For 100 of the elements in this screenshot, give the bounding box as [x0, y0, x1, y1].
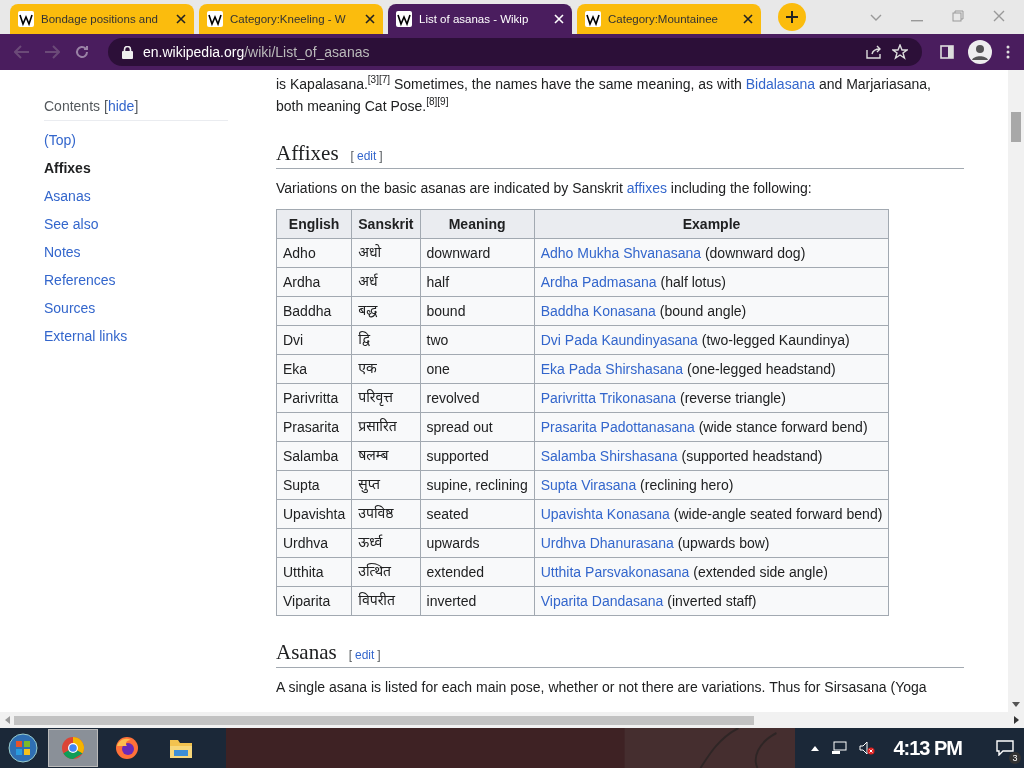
- profile-avatar-icon[interactable]: [968, 40, 992, 64]
- section-heading: Asanas: [276, 640, 337, 665]
- right-arrow-icon[interactable]: [1014, 716, 1020, 724]
- pose-description: (wide-angle seated forward bend): [673, 506, 883, 522]
- network-icon[interactable]: [831, 741, 848, 755]
- muted-speaker-icon[interactable]: [859, 741, 876, 755]
- wikipedia-icon: [18, 11, 34, 27]
- article-link[interactable]: Bidalasana: [745, 76, 815, 92]
- table-cell: प्रसारित: [351, 412, 420, 442]
- contents-item[interactable]: Sources: [44, 294, 228, 322]
- start-orb-icon: [8, 733, 38, 763]
- paragraph: is Kapalasana.$^{[3][7]}$ Sometimes, the names have the same meaning, as with Bidalasana and Marjariasana, both meaning Cat Pose.$^{[8][9]}$: [276, 73, 932, 116]
- pose-link[interactable]: Viparita Dandasana: [540, 593, 664, 609]
- pose-description: (two-legged Kaundinya): [701, 332, 850, 348]
- pose-description: (downward dog): [704, 245, 806, 261]
- address-bar[interactable]: en.wikipedia.org/wiki/List_of_asanas: [108, 38, 922, 66]
- pose-link[interactable]: Salamba Shirshasana: [540, 448, 678, 464]
- contents-item[interactable]: External links: [44, 322, 228, 350]
- bracket: ]: [377, 648, 381, 662]
- browser-tab[interactable]: Bondage positions and: [10, 4, 194, 34]
- pose-description: (one-legged headstand): [687, 361, 836, 377]
- column-header: Sanskrit: [351, 209, 420, 239]
- pose-link[interactable]: Utthita Parsvakonasana: [540, 564, 690, 580]
- folder-icon: [169, 737, 193, 759]
- contents-item[interactable]: Affixes: [44, 154, 228, 182]
- contents-item[interactable]: Asanas: [44, 182, 228, 210]
- bracket: [: [104, 98, 108, 114]
- table-cell: Upavishta: [276, 499, 352, 529]
- table-cell: half: [420, 267, 535, 297]
- table-cell: seated: [420, 499, 535, 529]
- pose-description: (bound angle): [659, 303, 747, 319]
- article-link[interactable]: affixes: [626, 180, 667, 196]
- new-tab-button[interactable]: [778, 3, 806, 31]
- browser-tab[interactable]: List of asanas - Wikip: [388, 4, 572, 34]
- table-cell: one: [420, 354, 535, 384]
- table-cell: extended: [420, 557, 535, 587]
- pose-link[interactable]: Upavishta Konasana: [540, 506, 670, 522]
- pose-link[interactable]: Baddha Konasana: [540, 303, 656, 319]
- bracket: [: [348, 648, 352, 662]
- table-cell: Dvi: [276, 325, 352, 355]
- table-cell: ऊर्ध्व: [351, 528, 420, 558]
- plus-icon: [785, 10, 799, 24]
- clock[interactable]: 4:13 PM: [893, 736, 962, 760]
- contents-item[interactable]: Notes: [44, 238, 228, 266]
- close-icon[interactable]: [743, 14, 753, 24]
- edit-link[interactable]: edit: [355, 648, 375, 662]
- contents-item[interactable]: See also: [44, 210, 228, 238]
- down-arrow-icon[interactable]: [1012, 702, 1020, 708]
- table-cell: Supta: [276, 470, 352, 500]
- vertical-scrollbar[interactable]: [1008, 70, 1024, 712]
- wikipedia-icon: [207, 11, 223, 27]
- side-panel-icon[interactable]: [940, 45, 954, 59]
- pose-description: (half lotus): [660, 274, 726, 290]
- pose-link[interactable]: Adho Mukha Shvanasana: [540, 245, 702, 261]
- table-cell: सुप्त: [351, 470, 420, 500]
- browser-tab[interactable]: Category:Kneeling - W: [199, 4, 383, 34]
- bracket: [: [350, 149, 354, 163]
- pose-link[interactable]: Prasarita Padottanasana: [540, 419, 695, 435]
- table-cell: बद्ध: [351, 296, 420, 326]
- table-cell: Adho: [276, 238, 352, 268]
- table-cell: revolved: [420, 383, 535, 413]
- reload-icon[interactable]: [74, 44, 90, 60]
- table-cell: Eka: [276, 354, 352, 384]
- up-arrow-icon[interactable]: [811, 745, 820, 751]
- column-header: English: [276, 209, 352, 239]
- notification-icon[interactable]: [996, 740, 1014, 756]
- close-icon[interactable]: [365, 14, 375, 24]
- hide-link[interactable]: hide: [107, 98, 135, 114]
- pose-link[interactable]: Ardha Padmasana: [540, 274, 657, 290]
- table-cell: एक: [351, 354, 420, 384]
- pose-description: (inverted staff): [667, 593, 757, 609]
- pose-description: (reclining hero): [640, 477, 734, 493]
- close-icon[interactable]: [176, 14, 186, 24]
- pose-link[interactable]: Dvi Pada Kaundinyasana: [540, 332, 698, 348]
- table-cell: द्वि: [351, 325, 420, 355]
- edit-link[interactable]: edit: [356, 149, 377, 163]
- table-cell: अर्ध: [351, 267, 420, 297]
- pose-link[interactable]: Urdhva Dhanurasana: [540, 535, 674, 551]
- table-cell: Ardha: [276, 267, 352, 297]
- menu-icon[interactable]: [1006, 45, 1010, 59]
- scrollbar-thumb[interactable]: [1011, 112, 1021, 142]
- table-cell: विपरीत: [351, 586, 420, 616]
- wikipedia-icon: [585, 11, 601, 27]
- pose-link[interactable]: Supta Virasana: [540, 477, 637, 493]
- horizontal-scrollbar[interactable]: [0, 712, 1024, 728]
- pose-link[interactable]: Parivritta Trikonasana: [540, 390, 677, 406]
- share-icon[interactable]: [866, 45, 882, 59]
- table-cell: उत्थित: [351, 557, 420, 587]
- pose-description: (extended side angle): [693, 564, 828, 580]
- table-cell: अधो: [351, 238, 420, 268]
- bracket: ]: [379, 149, 383, 163]
- contents-item[interactable]: (Top): [44, 126, 228, 154]
- star-icon[interactable]: [892, 44, 908, 60]
- browser-tab[interactable]: Category:Mountainee: [577, 4, 761, 34]
- table-cell: bound: [420, 296, 535, 326]
- paragraph: A single asana is listed for each main pose, whether or not there are variations. Thus for Sirsasana (Yoga: [276, 678, 928, 697]
- contents-item[interactable]: References: [44, 266, 228, 294]
- pose-link[interactable]: Eka Pada Shirshasana: [540, 361, 684, 377]
- table-cell: Parivritta: [276, 383, 352, 413]
- column-header: Example: [534, 209, 889, 239]
